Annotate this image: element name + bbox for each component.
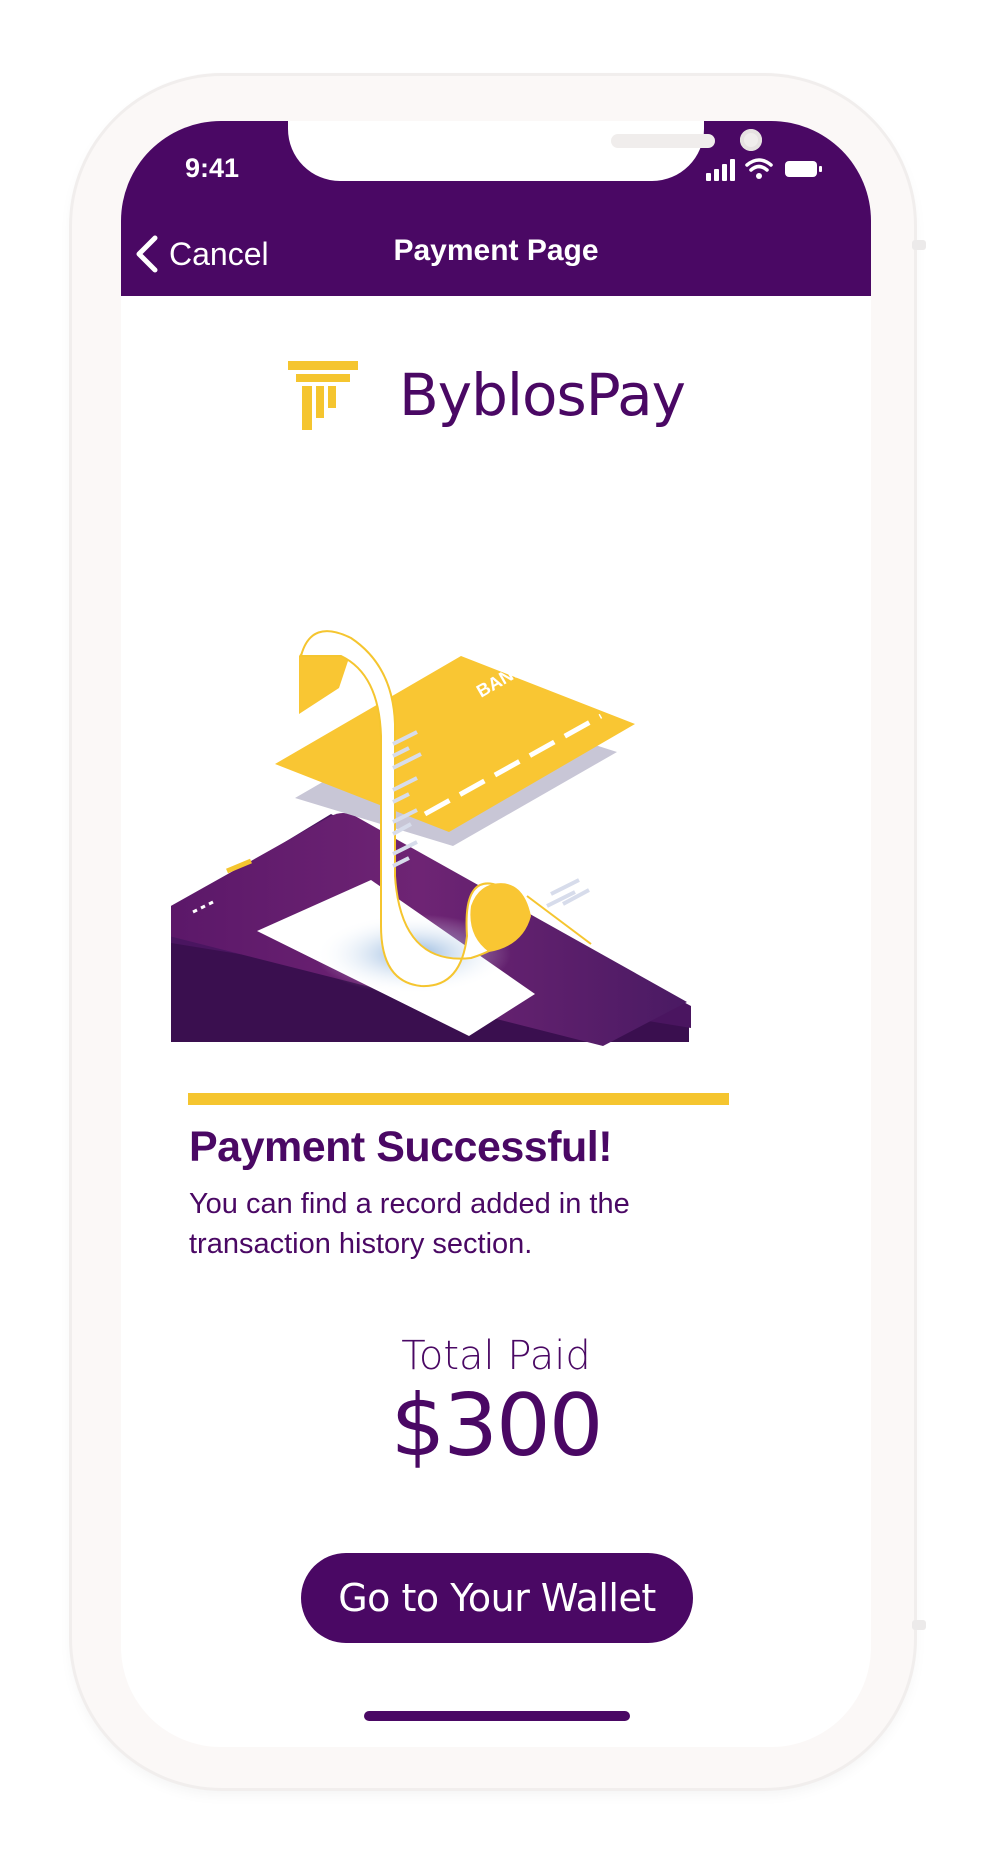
app-header: 9:41 Cancel Payment Page [121,121,871,296]
tablet-graphic [171,813,691,1046]
status-icons [706,158,822,181]
wifi-icon [745,158,773,179]
battery-icon [785,161,822,177]
go-to-wallet-label: Go to Your Wallet [338,1576,656,1620]
brand-name: ByblosPay [399,361,686,429]
speaker [611,134,715,148]
pillar-logo-icon [288,361,358,430]
total-paid-amount: $300 [390,1376,604,1476]
home-indicator [364,1711,630,1721]
accent-bar [188,1093,729,1105]
phone-side-button-top [912,240,926,250]
front-camera [740,129,762,151]
total-paid-label: Total Paid [401,1333,591,1379]
go-to-wallet-button[interactable]: Go to Your Wallet [301,1553,693,1643]
payment-illustration: BANK [171,630,691,1046]
notch [288,121,762,181]
cellular-signal-icon [706,159,735,181]
phone-screen: 9:41 Cancel Payment Page ByblosPay BANK … [121,121,871,1747]
success-message: You can find a record added in the trans… [189,1188,630,1260]
phone-side-button-bottom [912,1620,926,1630]
status-time: 9:41 [185,153,240,183]
success-title: Payment Successful! [189,1123,613,1171]
page-title: Payment Page [393,234,599,267]
